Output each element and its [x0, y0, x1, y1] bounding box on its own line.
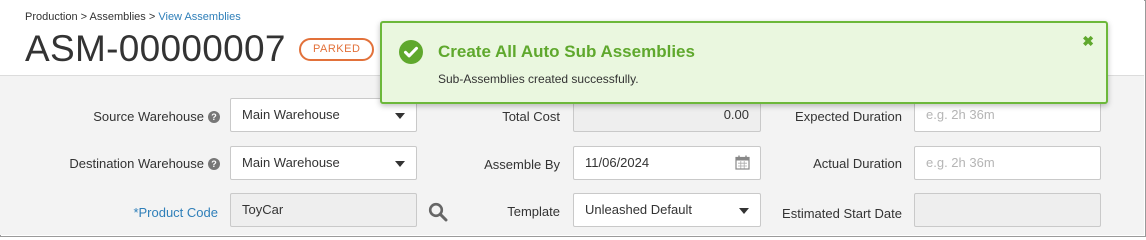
breadcrumb-assemblies[interactable]: Assemblies	[90, 11, 146, 23]
template-select[interactable]: Unleashed Default	[573, 193, 761, 227]
help-icon[interactable]: ?	[208, 158, 220, 170]
breadcrumb-separator: >	[80, 11, 88, 23]
breadcrumb-production[interactable]: Production	[25, 11, 78, 23]
calendar-icon[interactable]	[735, 155, 750, 170]
source-warehouse-label: Source Warehouse?	[40, 109, 220, 124]
help-icon[interactable]: ?	[208, 111, 220, 123]
success-toast: Create All Auto Sub Assemblies Sub-Assem…	[380, 21, 1108, 104]
estimated-start-date-field	[914, 193, 1101, 227]
check-circle-icon	[399, 40, 423, 64]
status-badge: PARKED	[299, 38, 375, 61]
destination-warehouse-select[interactable]: Main Warehouse	[230, 146, 417, 180]
chevron-down-icon	[739, 208, 749, 214]
breadcrumb-view-assemblies[interactable]: View Assemblies	[158, 11, 240, 23]
breadcrumb: Production > Assemblies > View Assemblie…	[25, 11, 241, 23]
breadcrumb-separator: >	[148, 11, 156, 23]
page-title: ASM-00000007	[25, 28, 286, 69]
assemble-by-label: Assemble By	[484, 157, 560, 172]
product-code-field: ToyCar	[230, 193, 417, 227]
product-code-label: *Product Code	[133, 205, 218, 220]
chevron-down-icon	[395, 113, 405, 119]
chevron-down-icon	[395, 161, 405, 167]
destination-warehouse-label: Destination Warehouse?	[40, 156, 220, 171]
expected-duration-label: Expected Duration	[795, 109, 902, 124]
estimated-start-date-label: Estimated Start Date	[782, 206, 902, 221]
toast-message: Sub-Assemblies created successfully.	[438, 72, 639, 86]
toast-title: Create All Auto Sub Assemblies	[438, 42, 695, 61]
total-cost-label: Total Cost	[502, 109, 560, 124]
assemble-by-date-field[interactable]: 11/06/2024	[573, 146, 761, 180]
close-icon[interactable]: ✖	[1082, 33, 1094, 50]
template-label: Template	[507, 204, 560, 219]
actual-duration-input[interactable]: e.g. 2h 36m	[914, 146, 1101, 180]
actual-duration-label: Actual Duration	[813, 156, 902, 171]
